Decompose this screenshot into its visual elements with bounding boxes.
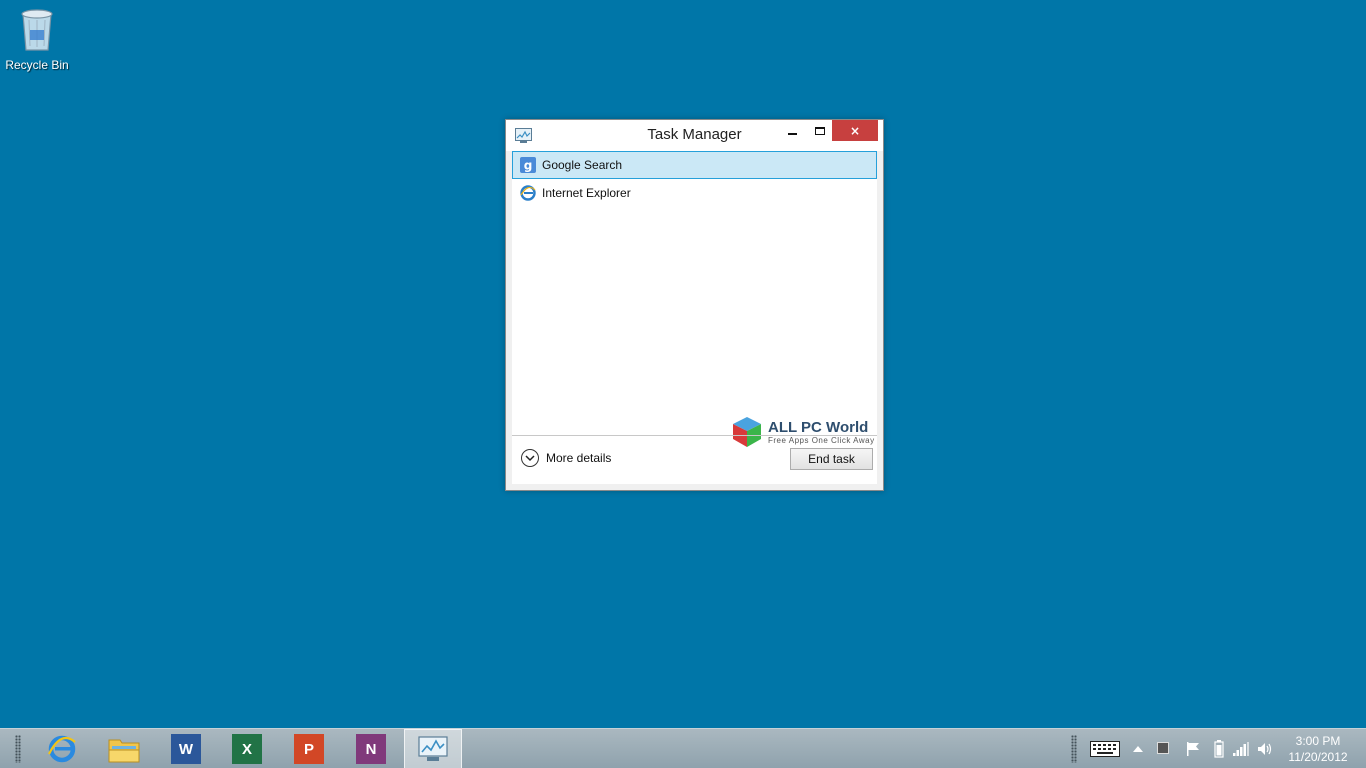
clock-date: 11/20/2012 <box>1288 750 1348 764</box>
battery-icon[interactable] <box>1214 740 1224 758</box>
clock-time: 3:00 PM <box>1295 734 1341 748</box>
watermark-title: ALL PC World <box>768 419 869 436</box>
excel-icon: X <box>232 734 262 764</box>
end-task-button[interactable]: End task <box>790 448 873 470</box>
desktop-icon-label: Recycle Bin <box>5 58 69 72</box>
taskbar-file-explorer[interactable] <box>95 729 153 768</box>
title-bar[interactable]: Task Manager × <box>506 120 883 151</box>
close-icon: × <box>849 123 861 138</box>
app-list: g Google Search Internet Explorer ALL PC… <box>512 151 877 447</box>
taskbar-powerpoint[interactable]: P <box>280 729 338 768</box>
task-manager-window: Task Manager × g Google Search Internet … <box>505 119 884 491</box>
maximize-icon <box>814 126 825 135</box>
powerpoint-icon: P <box>294 734 324 764</box>
minimize-icon <box>788 132 797 135</box>
watermark: ALL PC World Free Apps One Click Away <box>730 415 875 449</box>
chevron-down-icon <box>521 449 539 467</box>
google-search-icon: g <box>520 157 536 173</box>
volume-icon[interactable] <box>1257 741 1273 757</box>
desktop-icon-recycle-bin[interactable]: Recycle Bin <box>4 6 70 78</box>
network-signal-icon[interactable] <box>1233 742 1249 756</box>
more-details-label: More details <box>546 451 612 465</box>
word-icon: W <box>171 734 201 764</box>
tray-app-icon[interactable] <box>1157 742 1169 754</box>
divider <box>512 435 877 436</box>
list-item-internet-explorer[interactable]: Internet Explorer <box>512 179 877 207</box>
taskbar-task-manager[interactable] <box>404 729 462 768</box>
tray-grip <box>1071 735 1077 763</box>
list-item-label: Internet Explorer <box>542 186 631 200</box>
recycle-bin-icon <box>21 9 53 51</box>
taskbar-excel[interactable]: X <box>218 729 276 768</box>
minimize-button[interactable] <box>779 120 806 141</box>
task-manager-icon <box>418 736 448 761</box>
list-item-label: Google Search <box>542 158 623 172</box>
taskbar-onenote[interactable]: N <box>342 729 400 768</box>
folder-icon <box>108 739 140 763</box>
taskbar-word[interactable]: W <box>157 729 215 768</box>
action-center-flag-icon[interactable] <box>1185 741 1201 757</box>
taskbar-grip[interactable] <box>15 735 21 763</box>
cube-logo-icon <box>733 417 761 447</box>
keyboard-icon[interactable] <box>1090 741 1120 757</box>
svg-text:g: g <box>524 159 533 173</box>
show-hidden-icons-icon[interactable] <box>1133 745 1143 752</box>
list-item-google-search[interactable]: g Google Search <box>512 151 877 179</box>
internet-explorer-icon <box>48 735 76 763</box>
taskbar-internet-explorer[interactable] <box>33 729 91 768</box>
window-content: g Google Search Internet Explorer ALL PC… <box>512 151 877 484</box>
onenote-icon: N <box>356 734 386 764</box>
watermark-subtitle: Free Apps One Click Away <box>768 436 875 445</box>
clock[interactable]: 3:00 PM 11/20/2012 <box>1280 733 1356 765</box>
internet-explorer-icon <box>520 185 536 201</box>
maximize-button[interactable] <box>806 120 833 141</box>
more-details-toggle[interactable]: More details <box>521 449 611 467</box>
close-button[interactable]: × <box>832 120 878 141</box>
taskbar: W X P N 3:00 PM 11/20/2012 <box>0 728 1366 768</box>
